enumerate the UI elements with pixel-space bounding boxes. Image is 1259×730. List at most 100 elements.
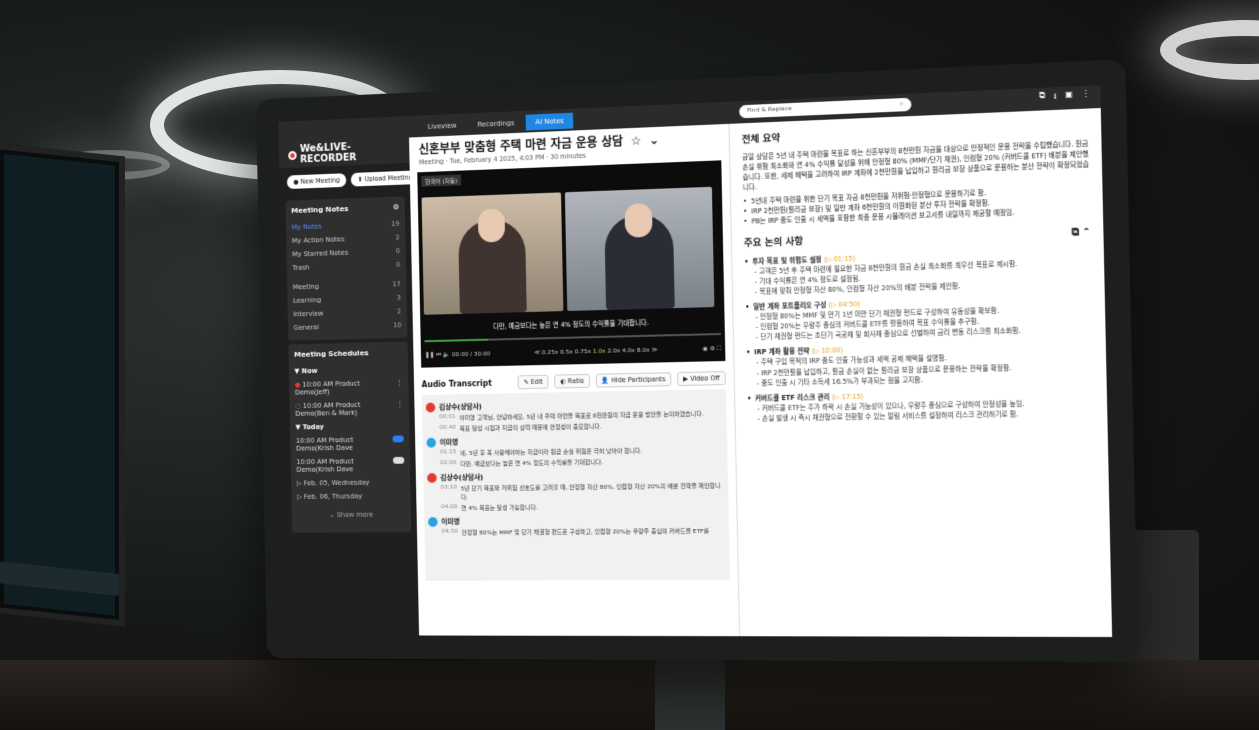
more-icon[interactable]: ⋮ <box>396 400 403 416</box>
topic-title: 투자 목표 및 위험도 설정 <box>752 255 822 266</box>
item-label: Trash <box>292 263 310 272</box>
topics-title: 주요 논의 사항 <box>743 236 804 250</box>
transcript-text: 연 4% 목표는 달성 가능합니다. <box>461 504 538 512</box>
item-count: 0 <box>396 260 401 269</box>
item-count: 19 <box>391 219 400 228</box>
item-label: My Notes <box>291 222 322 232</box>
settings-icon[interactable]: ⚙ <box>710 345 715 352</box>
tab-liveview[interactable]: Liveview <box>418 117 466 135</box>
folder-count: 2 <box>396 307 402 316</box>
schedule-item[interactable]: ● 10:00 AM Product Demo(Jeff) ⋮ <box>295 376 403 400</box>
group-label: Feb. 06, Thursday <box>303 492 363 501</box>
group-day[interactable]: ▷ Feb. 05, Wednesday <box>297 475 405 490</box>
record-icon[interactable]: ◉ <box>703 345 708 352</box>
transcript-line[interactable]: 04:00 연 4% 목표는 달성 가능합니다. <box>428 500 725 514</box>
item-count: 2 <box>395 233 400 242</box>
timestamp[interactable]: 03:10 <box>441 484 458 502</box>
transcript-list[interactable]: 김상수(상담사) 00:01 이미영 고객님, 안녕하세요. 5년 내 주택 마련을… <box>421 389 730 581</box>
hide-participants-button[interactable]: 👤 Hide Participants <box>595 372 672 388</box>
schedule-item[interactable]: 10:00 AM Product Demo(Krish Dave <box>296 454 405 477</box>
audio-transcript-title: Audio Transcript <box>421 378 492 389</box>
chevron-down-icon[interactable]: ⌄ <box>649 132 659 146</box>
show-more-label: Show more <box>336 510 374 519</box>
star-icon[interactable]: ☆ <box>631 133 642 147</box>
participant-video <box>421 192 564 315</box>
chevron-up-icon[interactable]: ⌃ <box>1082 227 1091 239</box>
tab-ai-notes[interactable]: AI Notes <box>525 112 574 131</box>
download-icon[interactable]: ⭳ <box>1053 90 1056 105</box>
avatar <box>426 437 437 448</box>
hide-label: Hide Participants <box>611 375 666 385</box>
speaker-name: 김상수(상담사) <box>438 402 482 412</box>
section-title: Meeting Notes <box>291 204 349 215</box>
search-icon[interactable]: ⌕ <box>900 100 904 109</box>
transcript-text: 목표 달성 시점과 지금의 상력 때문에 안정성이 중요합니다. <box>459 423 602 433</box>
speaker-name: 이미영 <box>439 438 459 447</box>
monitor: admin ▾ We&LIVE-RECORDER ● New Meeting ⬆… <box>255 59 1139 663</box>
speaker-name: 이미영 <box>441 517 460 526</box>
schedule-item[interactable]: 10:00 AM Product Demo(Krish Dave <box>296 432 404 455</box>
item-count: 0 <box>395 247 401 256</box>
group-day[interactable]: ▷ Feb. 06, Thursday <box>297 489 405 504</box>
edit-button[interactable]: ✎ Edit <box>517 374 549 390</box>
group-label: Feb. 05, Wednesday <box>303 478 370 488</box>
meeting-schedules-section: Meeting Schedules ▼ Now ● 10:00 AM Produ… <box>288 341 412 533</box>
desk <box>0 660 1259 730</box>
share-icon[interactable]: ▣ <box>1065 90 1073 105</box>
language-label[interactable]: 한국어 (자동) <box>421 174 462 187</box>
notes-panel: Find & Replace ⌕ ⧉ ⭳ ▣ ⋮ 전체 요약 금일 상담은 5년 내 주… <box>728 85 1113 638</box>
skip-icon[interactable]: ⏮ <box>436 352 441 359</box>
timestamp[interactable]: 00:40 <box>439 424 456 433</box>
time-display: 00:00 / 30:00 <box>451 350 491 359</box>
video-progress-bar[interactable] <box>424 332 721 343</box>
gear-icon[interactable]: ⚙ <box>393 202 399 211</box>
participant-video <box>564 186 715 311</box>
folder-count: 10 <box>393 321 402 330</box>
background-scene: admin ▾ We&LIVE-RECORDER ● New Meeting ⬆… <box>0 0 1259 730</box>
timestamp[interactable]: 02:00 <box>440 459 457 468</box>
schedule-item[interactable]: ○ 10:00 AM Product Demo(Ben & Mark) ⋮ <box>295 397 403 420</box>
transcript-line[interactable]: 04:50 안정형 80%는 MMF 및 단기 채권형 펀드로 구성하고, 인컴형… <box>428 525 725 538</box>
more-icon[interactable]: ⋮ <box>1081 89 1090 104</box>
video-off-button[interactable]: ▶ Video Off <box>677 371 726 387</box>
topic-time-link[interactable]: (▷ 10:00) <box>812 347 843 356</box>
toggle-switch[interactable] <box>393 456 405 464</box>
timestamp[interactable]: 04:00 <box>441 503 458 512</box>
item-label: My Action Notes <box>291 235 345 245</box>
topic-time-link[interactable]: (▷ 01:15) <box>824 254 856 263</box>
toggle-switch[interactable] <box>392 435 404 443</box>
new-meeting-button[interactable]: ● New Meeting <box>286 173 347 190</box>
speed-options[interactable]: ≪ 0.25x 0.5x 0.75x <box>534 348 593 356</box>
topic-time-link[interactable]: (▷ 17:15) <box>832 392 864 401</box>
timestamp[interactable]: 00:01 <box>439 413 456 422</box>
app-screen: admin ▾ We&LIVE-RECORDER ● New Meeting ⬆… <box>278 85 1113 638</box>
topic-title: IRP 계좌 활용 전략 <box>754 347 810 357</box>
pause-icon[interactable]: ❚❚ <box>425 352 435 359</box>
transcript-text: 다만, 예금보다는 높은 연 4% 정도의 수익률을 기대합니다. <box>460 459 603 468</box>
timestamp[interactable]: 04:50 <box>441 528 458 537</box>
video-player[interactable]: 한국어 (자동) 다만, 예금보다는 높은 연 4% 정도의 수익률을 기대합니… <box>417 160 726 368</box>
timestamp[interactable]: 01:15 <box>440 448 457 457</box>
copy-icon[interactable]: ⧉ <box>1039 91 1045 106</box>
speed-options[interactable]: 2.0x 4.0x 8.0x ≫ <box>606 347 657 355</box>
speed-selector[interactable]: ≪ 0.25x 0.5x 0.75x 1.0x 2.0x 4.0x 8.0x ≫ <box>534 347 658 358</box>
ceiling-light <box>1160 20 1259 80</box>
ratio-button[interactable]: ◐ Ratio <box>554 373 591 389</box>
topic-time-link[interactable]: (▷ 04:50) <box>829 300 861 309</box>
fullscreen-icon[interactable]: ⛶ <box>717 345 721 352</box>
section-title: Meeting Schedules <box>294 348 369 359</box>
folder-label: Meeting <box>292 282 319 292</box>
app-name: We&LIVE-RECORDER <box>299 141 357 166</box>
copy-icon[interactable]: ⧉ <box>1071 227 1078 239</box>
tab-recordings[interactable]: Recordings <box>468 115 524 133</box>
volume-icon[interactable]: 🔈 <box>443 351 450 358</box>
record-icon <box>288 150 297 160</box>
new-meeting-label: New Meeting <box>300 176 340 186</box>
topic-title: 커버드콜 ETF 리스크 관리 <box>755 392 830 403</box>
more-icon[interactable]: ⋮ <box>396 379 403 395</box>
folder-general[interactable]: General 10 <box>293 318 402 334</box>
show-more-link[interactable]: ⌄ Show more <box>297 503 405 527</box>
avatar <box>428 517 438 527</box>
folder-count: 17 <box>392 280 401 289</box>
speed-selected[interactable]: 1.0x <box>593 348 606 355</box>
